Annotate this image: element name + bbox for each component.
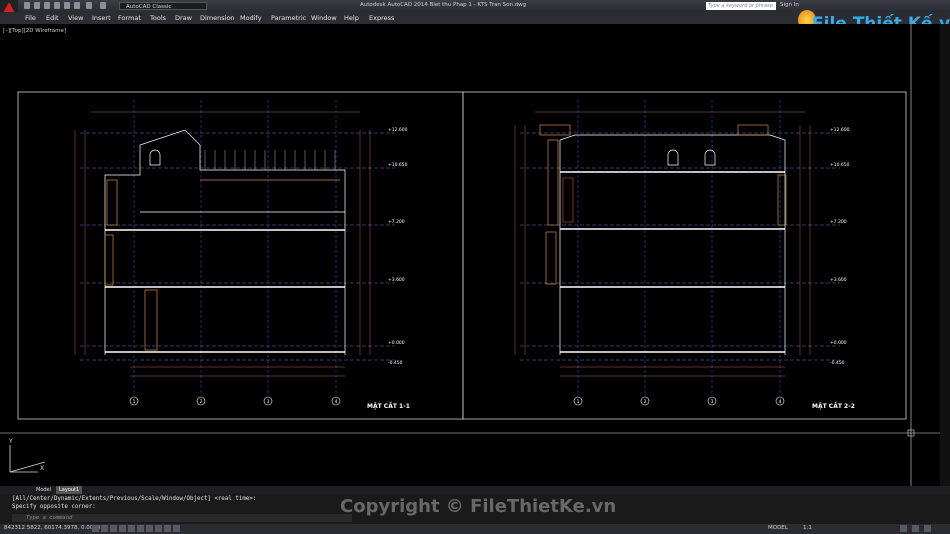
command-history-2: Specify opposite corner: [12, 504, 96, 510]
menu-draw[interactable]: Draw [175, 14, 192, 22]
cad-drawing: +12.600 +10.650 +7.200 +3.600 +0.000 -0.… [0, 24, 950, 486]
section-1-1 [74, 100, 395, 396]
menu-help[interactable]: Help [344, 14, 359, 22]
lock-icon[interactable] [912, 525, 919, 532]
sheet-border-left [17, 91, 464, 420]
svg-text:+10.650: +10.650 [830, 162, 850, 168]
vertical-scrollbar[interactable] [940, 24, 950, 486]
polar-tracking-icon[interactable] [128, 525, 135, 532]
grid-bubbles-left [129, 396, 341, 406]
grid-label-3: 3 [267, 399, 270, 405]
svg-text:+7.200: +7.200 [388, 219, 405, 225]
menu-file[interactable]: File [25, 14, 36, 22]
svg-text:+3.600: +3.600 [388, 277, 405, 283]
menu-express[interactable]: Express [369, 14, 394, 22]
menu-parametric[interactable]: Parametric [271, 14, 306, 22]
status-bar: 842312.5822, 60174.3978, 0.0000 MODEL 1:… [0, 524, 950, 534]
grid-label-4: 4 [335, 399, 338, 405]
grid-label-1: 1 [133, 399, 136, 405]
section-title-1-1: MẶT CẮT 1-1 [367, 402, 410, 410]
object-snap-icon[interactable] [137, 525, 144, 532]
svg-text:-0.450: -0.450 [830, 360, 845, 366]
layout-tabs: Model Layout1 [0, 486, 950, 494]
section-2-2 [514, 100, 840, 396]
tab-layout1[interactable]: Layout1 [56, 486, 83, 494]
drawing-canvas[interactable]: +12.600 +10.650 +7.200 +3.600 +0.000 -0.… [0, 24, 950, 486]
menu-modify[interactable]: Modify [240, 14, 262, 22]
svg-text:+0.000: +0.000 [388, 340, 405, 346]
object-snap-tracking-icon[interactable] [146, 525, 153, 532]
plot-icon[interactable] [64, 2, 70, 9]
grid-display-icon[interactable] [110, 525, 117, 532]
workspace-select[interactable]: AutoCAD Classic [119, 2, 207, 10]
open-icon[interactable] [34, 2, 40, 9]
lineweight-icon[interactable] [173, 525, 180, 532]
menu-format[interactable]: Format [118, 14, 141, 22]
dynamic-ucs-icon[interactable] [155, 525, 162, 532]
watermark: Copyright © FileThietKe.vn [340, 496, 617, 517]
sign-in-link[interactable]: Sign In [780, 2, 799, 8]
viewport-label[interactable]: [–][Top][2D Wireframe] [3, 28, 66, 34]
level-markers-left: +12.600 +10.650 +7.200 +3.600 +0.000 -0.… [388, 127, 408, 366]
redo-icon[interactable] [100, 2, 106, 9]
grid-label-3-right: 3 [711, 399, 714, 405]
svg-text:+7.200: +7.200 [830, 219, 847, 225]
annotation-scale[interactable]: 1:1 [803, 525, 812, 531]
grid-label-2-right: 2 [644, 399, 647, 405]
ortho-mode-icon[interactable] [119, 525, 126, 532]
grid-label-4-right: 4 [779, 399, 782, 405]
svg-text:+12.600: +12.600 [388, 127, 408, 133]
svg-text:-0.450: -0.450 [388, 360, 403, 366]
save-icon[interactable] [44, 2, 50, 9]
grid-bubbles-right [573, 396, 785, 406]
workspace-switching-icon[interactable] [900, 525, 907, 532]
dynamic-input-icon[interactable] [164, 525, 171, 532]
tab-model[interactable]: Model [36, 487, 51, 493]
print-preview-icon[interactable] [74, 2, 80, 9]
coordinate-readout: 842312.5822, 60174.3978, 0.0000 [4, 525, 101, 531]
grid-label-2: 2 [200, 399, 203, 405]
model-space-toggle[interactable]: MODEL [768, 525, 788, 531]
svg-text:+10.650: +10.650 [388, 162, 408, 168]
svg-text:+12.600: +12.600 [830, 127, 850, 133]
menu-insert[interactable]: Insert [92, 14, 111, 22]
menu-view[interactable]: View [68, 14, 83, 22]
svg-text:+3.600: +3.600 [830, 277, 847, 283]
command-input[interactable]: Type a command [12, 514, 352, 522]
grid-label-1-right: 1 [577, 399, 580, 405]
ucs-x-label: X [40, 465, 44, 472]
snap-mode-icon[interactable] [101, 525, 108, 532]
ucs-y-label: Y [8, 438, 13, 445]
command-history-1: [All/Center/Dynamic/Extents/Previous/Sca… [12, 496, 257, 502]
clean-screen-icon[interactable] [924, 525, 931, 532]
level-markers-right: +12.600 +10.650 +7.200 +3.600 +0.000 -0.… [830, 127, 850, 366]
section-title-2-2: MẶT CẮT 2-2 [812, 402, 855, 410]
menu-dimension[interactable]: Dimension [200, 14, 235, 22]
menu-tools[interactable]: Tools [150, 14, 166, 22]
search-input[interactable]: Type a keyword or phrase [706, 2, 776, 10]
window-title: Autodesk AutoCAD 2014 Biet thu Phap 1 - … [360, 2, 527, 8]
infer-constraints-icon[interactable] [92, 525, 99, 532]
sheet-border-right [462, 91, 907, 420]
save-as-icon[interactable] [54, 2, 60, 9]
new-icon[interactable] [24, 2, 30, 9]
menu-edit[interactable]: Edit [46, 14, 59, 22]
undo-icon[interactable] [86, 2, 92, 9]
menu-window[interactable]: Window [311, 14, 337, 22]
svg-text:+0.000: +0.000 [830, 340, 847, 346]
